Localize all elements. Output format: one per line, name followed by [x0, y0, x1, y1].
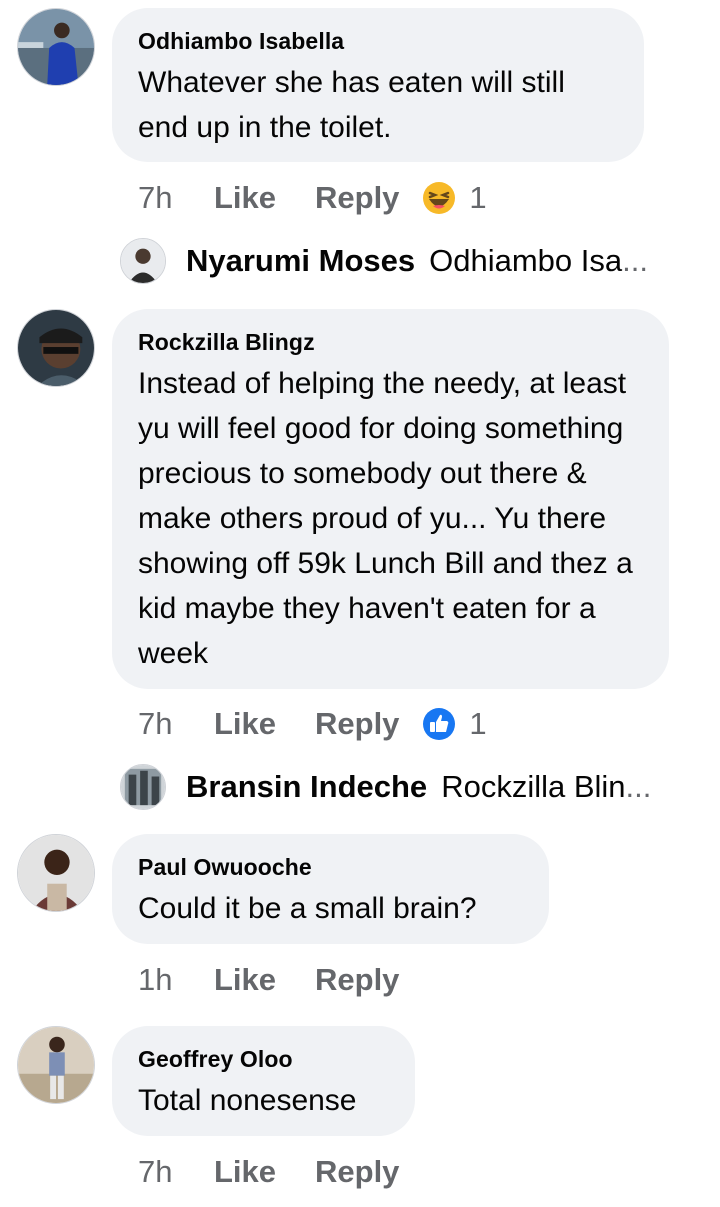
comment-author[interactable]: Odhiambo Isabella — [138, 28, 618, 54]
haha-emoji-icon[interactable] — [421, 180, 457, 216]
comment-author[interactable]: Geoffrey Oloo — [138, 1046, 389, 1072]
comment-text: Total nonesense — [138, 1084, 357, 1117]
comment-actions: 7h Like Reply 1 — [138, 704, 487, 744]
comment-text: Instead of helping the needy, at least y… — [138, 367, 633, 670]
comment-bubble: Rockzilla Blingz Instead of helping the … — [112, 309, 669, 689]
like-thumb-icon[interactable] — [421, 706, 457, 742]
reply-snippet: Odhiambo Isa — [429, 243, 623, 278]
reply-author[interactable]: Bransin Indeche — [186, 769, 427, 805]
comment-actions: 7h Like Reply — [138, 1152, 421, 1192]
reply-button[interactable]: Reply — [315, 962, 399, 998]
comment-time[interactable]: 1h — [138, 962, 214, 998]
avatar-photo — [18, 1027, 94, 1103]
reaction-count[interactable]: 1 — [469, 180, 486, 216]
reply-preview[interactable]: Bransin Indeche Rockzilla Blin ... — [120, 762, 651, 812]
avatar-photo — [18, 310, 94, 386]
reply-button[interactable]: Reply — [315, 180, 399, 216]
comment-time[interactable]: 7h — [138, 1154, 214, 1190]
avatar[interactable] — [17, 309, 95, 387]
reply-ellipsis: ... — [625, 769, 652, 804]
reply-preview[interactable]: Nyarumi Moses Odhiambo Isa ... — [120, 236, 648, 286]
comment-bubble: Odhiambo Isabella Whatever she has eaten… — [112, 8, 644, 162]
comment-text: Whatever she has eaten will still end up… — [138, 66, 565, 144]
reply-button[interactable]: Reply — [315, 706, 399, 742]
like-button[interactable]: Like — [214, 706, 315, 742]
comment-author[interactable]: Paul Owuooche — [138, 854, 523, 880]
comment-time[interactable]: 7h — [138, 180, 214, 216]
avatar — [120, 238, 166, 284]
reply-ellipsis: ... — [622, 243, 648, 278]
reply-button[interactable]: Reply — [315, 1154, 399, 1190]
reply-snippet: Rockzilla Blin — [441, 769, 626, 804]
avatar — [120, 764, 166, 810]
reply-author[interactable]: Nyarumi Moses — [186, 243, 415, 279]
avatar-photo — [18, 835, 94, 911]
avatar[interactable] — [17, 834, 95, 912]
avatar-photo — [18, 9, 94, 85]
like-button[interactable]: Like — [214, 180, 315, 216]
comment-bubble: Paul Owuooche Could it be a small brain? — [112, 834, 549, 944]
avatar[interactable] — [17, 1026, 95, 1104]
comment-bubble: Geoffrey Oloo Total nonesense — [112, 1026, 415, 1136]
comment-time[interactable]: 7h — [138, 706, 214, 742]
like-button[interactable]: Like — [214, 1154, 315, 1190]
comment-actions: 1h Like Reply — [138, 960, 421, 1000]
avatar[interactable] — [17, 8, 95, 86]
comment-actions: 7h Like Reply 1 — [138, 178, 487, 218]
reaction-count[interactable]: 1 — [469, 706, 486, 742]
comment-text: Could it be a small brain? — [138, 892, 477, 925]
comment-author[interactable]: Rockzilla Blingz — [138, 329, 643, 355]
like-button[interactable]: Like — [214, 962, 315, 998]
